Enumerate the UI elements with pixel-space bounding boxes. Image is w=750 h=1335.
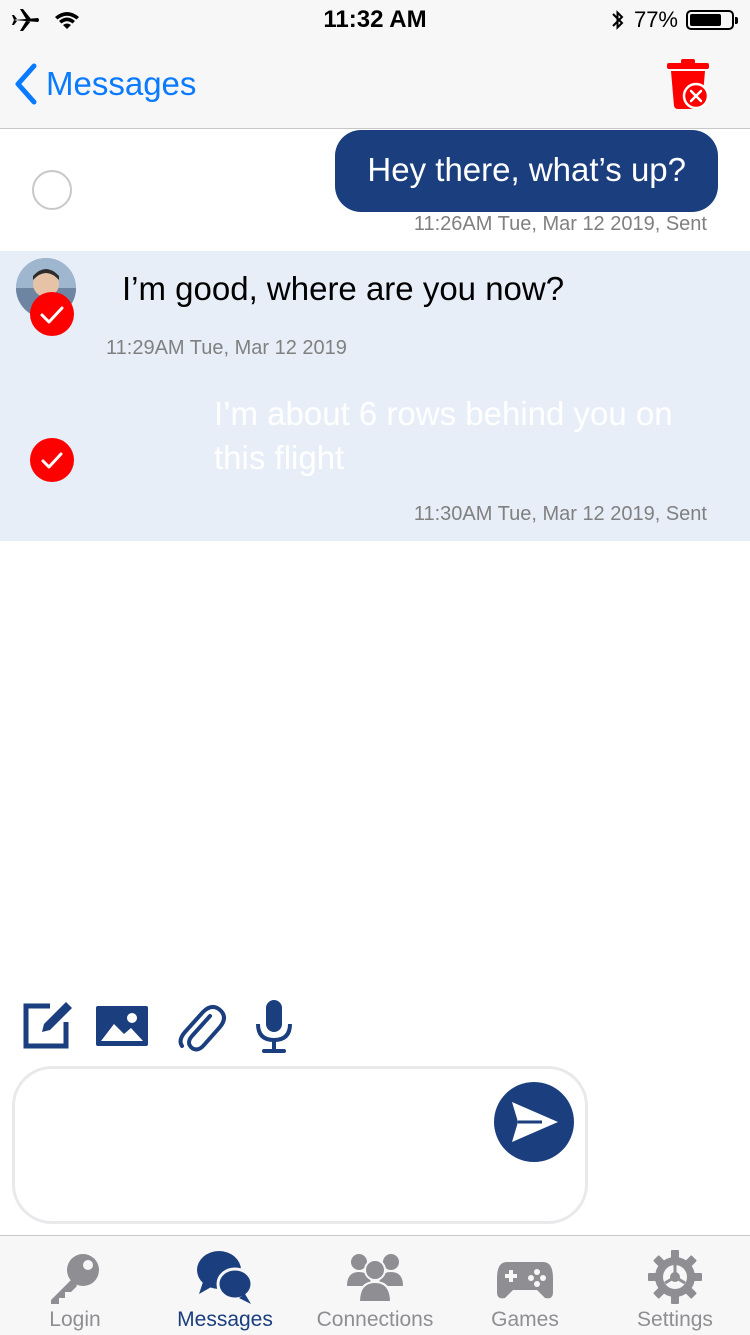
compose-icon[interactable]	[20, 998, 76, 1054]
tab-label: Games	[491, 1308, 559, 1331]
message-timestamp: 11:26AM Tue, Mar 12 2019, Sent	[413, 213, 707, 235]
tab-connections[interactable]: Connections	[300, 1236, 450, 1335]
checkmark-icon	[41, 452, 63, 469]
selected-check-circle[interactable]	[30, 438, 74, 482]
tab-bar: Login Messages Connections Games Setting…	[0, 1235, 750, 1335]
chat-bubbles-icon	[197, 1251, 254, 1304]
message-timestamp: 11:29AM Tue, Mar 12 2019	[106, 337, 347, 359]
gear-icon	[648, 1250, 702, 1304]
key-icon	[51, 1254, 99, 1304]
incoming-message-text: I’m good, where are you now?	[122, 270, 565, 307]
image-icon[interactable]	[94, 998, 150, 1054]
send-button[interactable]	[494, 1082, 574, 1162]
people-icon	[347, 1254, 403, 1303]
trash-delete-icon[interactable]	[664, 58, 714, 112]
bluetooth-icon	[612, 10, 624, 30]
message-row[interactable]: Hey there, what’s up? 11:26AM Tue, Mar 1…	[0, 128, 750, 250]
outgoing-message-bubble: Hey there, what’s up?	[335, 130, 718, 212]
send-icon	[512, 1102, 558, 1142]
back-button[interactable]: Messages	[14, 60, 196, 108]
tab-label: Connections	[316, 1308, 434, 1331]
selected-check-badge[interactable]	[30, 292, 74, 336]
battery-percent: 77%	[633, 7, 678, 32]
back-button-label: Messages	[46, 65, 197, 102]
select-circle[interactable]	[32, 170, 72, 210]
status-bar: 11:32 AM 77%	[0, 0, 750, 40]
microphone-icon[interactable]	[246, 998, 302, 1054]
attachment-icon[interactable]	[172, 998, 228, 1054]
outgoing-message-text: I’m about 6 rows behind you on this flig…	[214, 395, 673, 476]
status-right: 77%	[610, 6, 738, 34]
tab-label: Messages	[177, 1308, 273, 1331]
tab-settings[interactable]: Settings	[600, 1236, 750, 1335]
battery-level	[690, 14, 721, 26]
tab-games[interactable]: Games	[450, 1236, 600, 1335]
tab-login[interactable]: Login	[0, 1236, 150, 1335]
checkmark-icon	[40, 306, 64, 324]
gamepad-icon	[497, 1262, 553, 1299]
navigation-bar: Messages	[0, 40, 750, 129]
chevron-left-icon	[15, 63, 37, 105]
battery-icon	[686, 10, 738, 30]
tab-label: Login	[49, 1308, 101, 1331]
tab-messages[interactable]: Messages	[150, 1236, 300, 1335]
message-timestamp: 11:30AM Tue, Mar 12 2019, Sent	[413, 503, 707, 525]
tab-label: Settings	[637, 1308, 713, 1331]
